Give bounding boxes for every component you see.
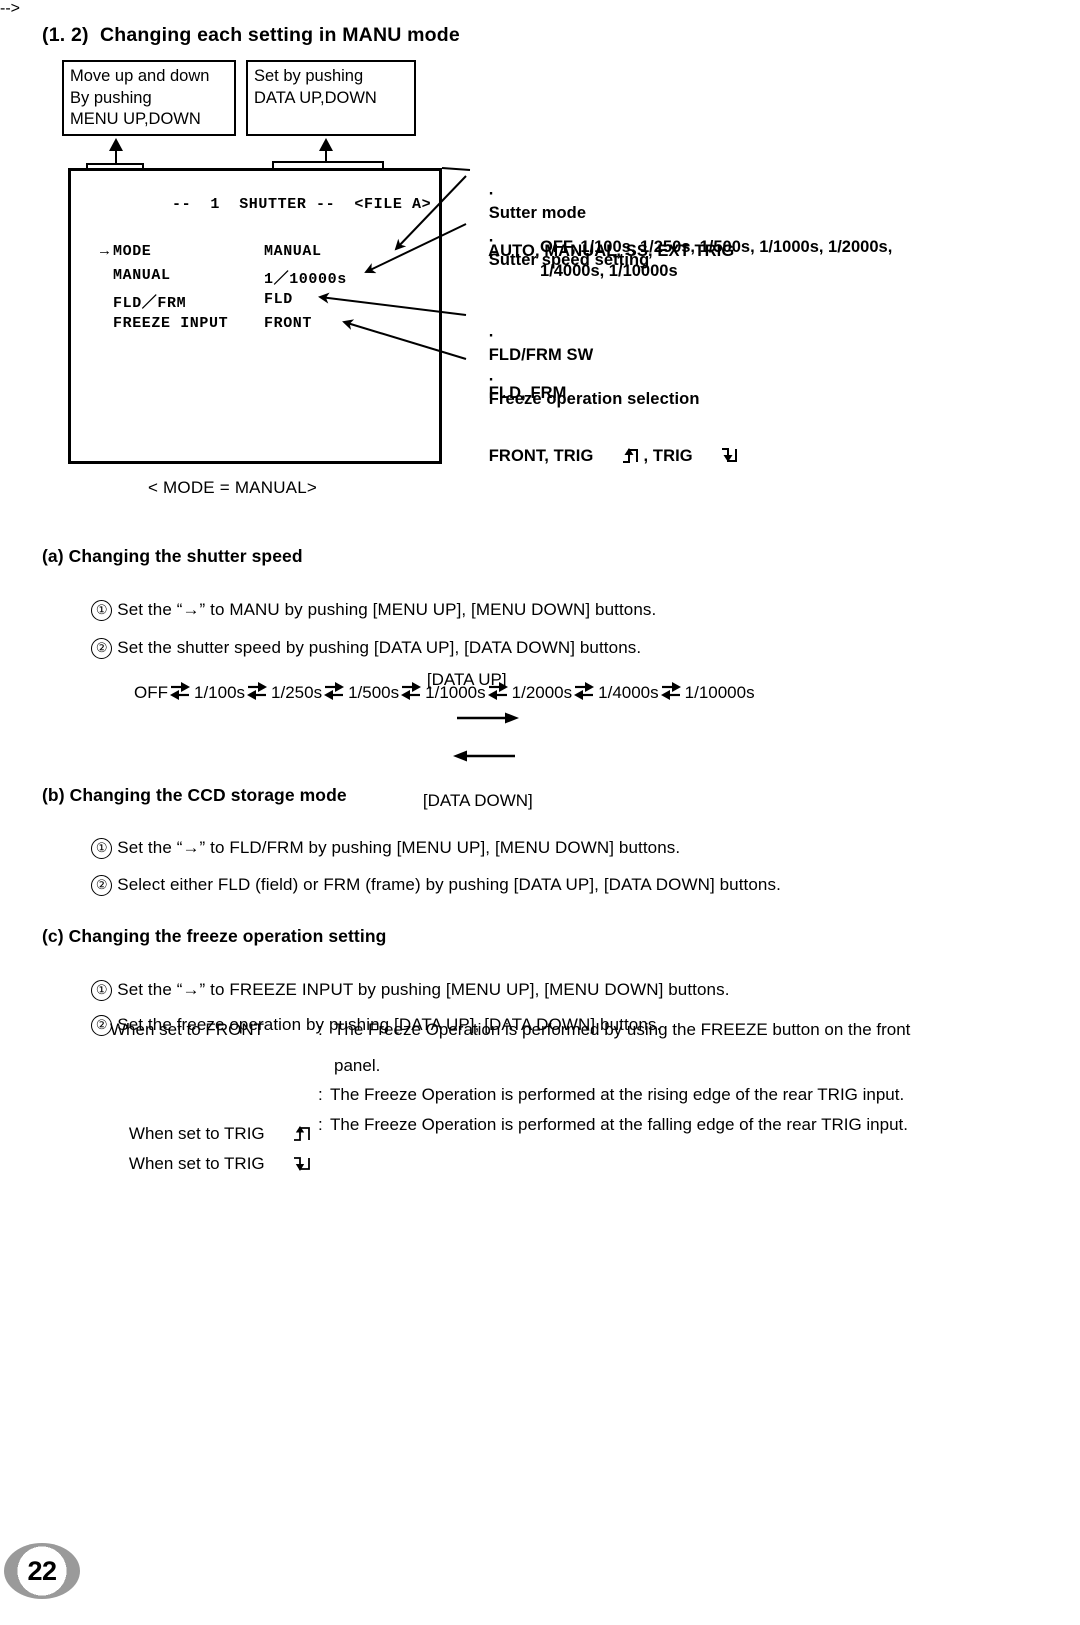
chain-bidirectional-arrow-icon bbox=[245, 678, 271, 700]
display-row-freeze-value: FRONT bbox=[264, 315, 313, 332]
connector-arrow-data bbox=[319, 138, 333, 151]
callout-menu-updown: Move up and down By pushing MENU UP,DOWN bbox=[62, 60, 236, 136]
display-row-fldfrm-value: FLD bbox=[264, 291, 293, 308]
annotation-speed-list-line1: OFF, 1/100s, 1/250s, 1/500s, 1/1000s, 1/… bbox=[540, 238, 893, 256]
page-number-badge: 22 bbox=[4, 1543, 80, 1599]
chain-data-down-label: [DATA DOWN] bbox=[422, 791, 533, 810]
arrow-left-icon bbox=[423, 728, 517, 788]
page-title: (1. 2) Changing each setting in MANU mod… bbox=[42, 24, 460, 46]
section-a-heading: (a) Changing the shutter speed bbox=[42, 546, 303, 566]
connector-arrow-menu bbox=[109, 138, 123, 151]
chain-item: 1/4000s bbox=[598, 683, 659, 702]
case-front-desc-line1: The Freeze Operation is performed by usi… bbox=[334, 1020, 911, 1039]
display-row-mode-label: MODE bbox=[113, 243, 152, 260]
chain-item: 1/2000s bbox=[511, 683, 573, 702]
display-row-freeze-label: FREEZE INPUT bbox=[113, 315, 229, 332]
chain-data-down-label-row: [DATA DOWN] bbox=[404, 708, 533, 831]
case-front-desc-line2: panel. bbox=[334, 1056, 381, 1075]
display-row-manual-value: 1／10000s bbox=[264, 271, 347, 288]
step-number: ② bbox=[91, 638, 113, 659]
falling-edge-icon bbox=[693, 428, 743, 468]
step-text: Set the “→” to MANU by pushing [MENU UP]… bbox=[117, 600, 657, 619]
display-caption: < MODE = MANUAL> bbox=[148, 478, 317, 497]
falling-edge-icon bbox=[265, 1135, 317, 1176]
chain-bidirectional-arrow-icon bbox=[399, 678, 425, 700]
chain-item: 1/250s bbox=[271, 683, 323, 702]
chain-item: 1/500s bbox=[348, 683, 400, 702]
annotation-freeze-operation: · Freeze operation selection FRONT, TRIG… bbox=[470, 352, 743, 487]
case-front-label: When set to FRONT bbox=[110, 1020, 264, 1039]
case-trig-falling-desc: The Freeze Operation is performed at the… bbox=[330, 1115, 908, 1134]
chain-item: OFF bbox=[134, 683, 168, 702]
document-page: (1. 2) Changing each setting in MANU mod… bbox=[0, 0, 1080, 1625]
page-number: 22 bbox=[27, 1555, 57, 1586]
case-trig-rising-desc: The Freeze Operation is performed at the… bbox=[330, 1085, 905, 1104]
chain-bidirectional-arrow-icon bbox=[168, 678, 194, 700]
section-a-step-2: ② Set the shutter speed by pushing [DATA … bbox=[72, 618, 641, 679]
section-b-heading: (b) Changing the CCD storage mode bbox=[42, 785, 347, 805]
annotation-bullet: · bbox=[488, 185, 495, 203]
step-text: Set the shutter speed by pushing [DATA U… bbox=[117, 638, 642, 657]
display-row-mode-pointer: → bbox=[100, 243, 110, 260]
annotation-bullet: · bbox=[488, 327, 495, 345]
annotation-bullet: · bbox=[488, 371, 495, 389]
chain-bidirectional-arrow-icon bbox=[572, 678, 598, 700]
chain-item: 1/100s bbox=[194, 683, 246, 702]
shutter-speed-chain: OFF 1/100s 1/250s 1/500s 1/1000s 1/2000s 1/400… bbox=[134, 678, 755, 703]
step-number: ② bbox=[91, 875, 113, 896]
rising-edge-icon bbox=[593, 428, 643, 468]
annotation-values-tail: , TRIG bbox=[643, 447, 693, 465]
annotation-bullet: · bbox=[488, 232, 495, 250]
display-row-manual-label: MANUAL bbox=[113, 267, 171, 284]
chain-bidirectional-arrow-icon bbox=[659, 678, 685, 700]
section-c-heading: (c) Changing the freeze operation settin… bbox=[42, 926, 387, 946]
chain-bidirectional-arrow-icon bbox=[322, 678, 348, 700]
annotation-speed-list-line2: 1/4000s, 1/10000s bbox=[540, 262, 678, 280]
case-trig-falling-label: When set to TRIG bbox=[110, 1115, 317, 1196]
chain-bidirectional-arrow-icon bbox=[486, 678, 512, 700]
display-row-fldfrm-label: FLD／FRM bbox=[113, 295, 187, 312]
chain-item: 1/1000s bbox=[425, 683, 486, 702]
callout-data-updown: Set by pushing DATA UP,DOWN bbox=[246, 60, 416, 136]
section-b-step-2: ② Select either FLD (field) or FRM (frame… bbox=[72, 855, 781, 916]
annotation-title: Freeze operation selection bbox=[488, 390, 700, 408]
chain-item: 1/10000s bbox=[684, 683, 755, 702]
case-front-colon: : bbox=[318, 1020, 323, 1039]
display-header: -- 1 SHUTTER -- <FILE A> bbox=[172, 196, 432, 213]
annotation-values: FRONT, TRIG bbox=[488, 447, 594, 465]
case-label-text: When set to TRIG bbox=[128, 1154, 265, 1173]
display-row-mode-value: MANUAL bbox=[264, 243, 322, 260]
step-text: Select either FLD (field) or FRM (frame)… bbox=[117, 875, 781, 894]
case-trig-rising-colon: : bbox=[318, 1085, 323, 1104]
case-trig-falling-colon: : bbox=[318, 1115, 323, 1134]
